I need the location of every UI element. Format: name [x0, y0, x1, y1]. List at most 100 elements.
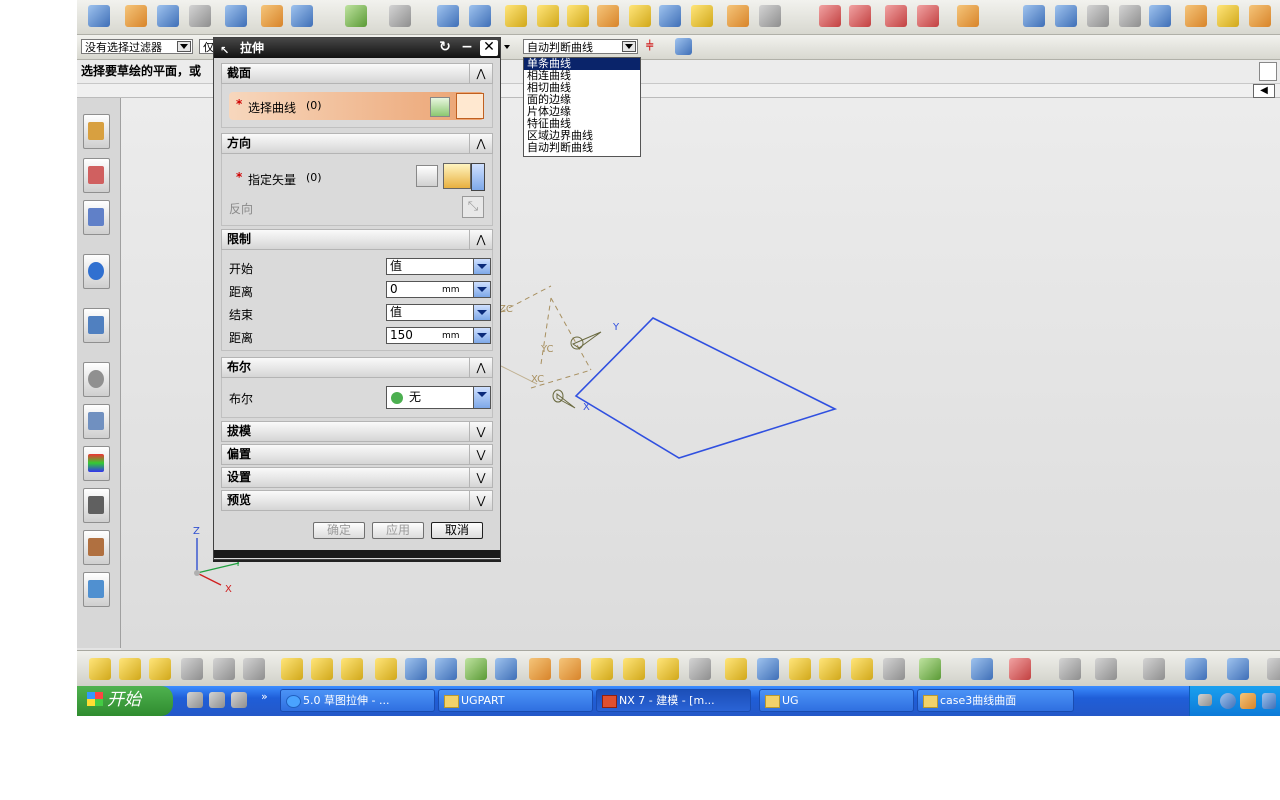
part-navigator-tab[interactable] — [83, 200, 110, 235]
quicklaunch-icon[interactable] — [231, 692, 247, 708]
section-header-offset[interactable]: 偏置 ⋁ — [221, 444, 493, 465]
info-tab[interactable] — [83, 254, 110, 289]
studio-surface-icon[interactable] — [1119, 5, 1141, 27]
flip-icon[interactable] — [465, 658, 487, 680]
section-header-preview[interactable]: 预览 ⋁ — [221, 490, 493, 511]
wcs-icon[interactable] — [1059, 658, 1081, 680]
quicklaunch-icon[interactable] — [187, 692, 203, 708]
chamfer-icon[interactable] — [567, 5, 589, 27]
quicklaunch-icon[interactable] — [209, 692, 225, 708]
key-icon[interactable] — [851, 658, 873, 680]
taskbar-item[interactable]: UGPART — [438, 689, 593, 712]
expression-menu-icon[interactable] — [473, 282, 490, 297]
end-distance-input[interactable]: 150 mm — [386, 327, 491, 344]
array-icon[interactable] — [243, 658, 265, 680]
color-icon[interactable] — [1185, 658, 1207, 680]
visualization-tab[interactable] — [83, 446, 110, 481]
point-icon[interactable] — [341, 658, 363, 680]
taskbar-item[interactable]: UG — [759, 689, 914, 712]
chevron-down-icon[interactable] — [504, 45, 510, 49]
bolt-icon[interactable] — [657, 658, 679, 680]
close-icon[interactable]: ✕ — [480, 40, 498, 56]
thicken-icon[interactable] — [1217, 5, 1239, 27]
qq-icon[interactable] — [1240, 693, 1256, 709]
render-icon[interactable] — [1095, 658, 1117, 680]
reverse-direction-icon[interactable]: ⤡ — [462, 196, 484, 218]
reset-icon[interactable]: ↻ — [436, 40, 454, 56]
start-button[interactable]: 开始 — [77, 686, 173, 716]
process-studio-tab[interactable] — [83, 488, 110, 523]
curve-rule-option[interactable]: 自动判断曲线 — [524, 142, 640, 154]
section-header-limits[interactable]: 限制 ⋀ — [221, 229, 493, 250]
wrap-icon[interactable] — [591, 658, 613, 680]
offset-curve-icon[interactable] — [917, 5, 939, 27]
clearance-icon[interactable] — [529, 658, 551, 680]
mesh-surface-icon[interactable] — [1055, 5, 1077, 27]
swept-surface-icon[interactable] — [1087, 5, 1109, 27]
section-header-settings[interactable]: 设置 ⋁ — [221, 467, 493, 488]
section-header-boolean[interactable]: 布尔 ⋀ — [221, 357, 493, 378]
unite-icon[interactable] — [659, 5, 681, 27]
web-browser-tab[interactable] — [83, 308, 110, 343]
open-box-icon[interactable] — [725, 658, 747, 680]
tree-icon[interactable] — [883, 658, 905, 680]
start-option-select[interactable]: 值 — [386, 258, 491, 275]
component-icon[interactable] — [119, 658, 141, 680]
dialog-titlebar[interactable]: ↖ 拉伸 ↻ − ✕ — [214, 38, 500, 58]
ok-button[interactable]: 确定 — [313, 522, 365, 539]
trim-body-icon[interactable] — [691, 5, 713, 27]
cancel-button[interactable]: 取消 — [431, 522, 483, 539]
display-icon[interactable] — [757, 658, 779, 680]
line-icon[interactable] — [819, 5, 841, 27]
select-curve-row[interactable]: * 选择曲线 (0) — [229, 92, 484, 120]
block-icon[interactable] — [505, 5, 527, 27]
move-icon[interactable] — [405, 658, 427, 680]
part-navigator-icon[interactable] — [88, 5, 110, 27]
sequence-icon[interactable] — [495, 658, 517, 680]
layer-icon[interactable] — [1143, 658, 1165, 680]
pin-icon[interactable]: ↖ — [220, 41, 232, 57]
start-distance-input[interactable]: 0 mm — [386, 281, 491, 298]
chevron-left-icon[interactable]: ◀ — [1253, 84, 1275, 98]
taskbar-item[interactable]: NX 7 - 建模 - [m... — [596, 689, 751, 712]
mate-component-icon[interactable] — [181, 658, 203, 680]
add-feature-icon[interactable] — [919, 658, 941, 680]
add-component-icon[interactable] — [149, 658, 171, 680]
hole-icon[interactable] — [629, 5, 651, 27]
patch-icon[interactable] — [1249, 5, 1271, 27]
taskbar-item[interactable]: 5.0 草图拉伸 - ... — [280, 689, 435, 712]
arc-icon[interactable] — [849, 5, 871, 27]
taskbar-item[interactable]: case3曲线曲面 — [917, 689, 1074, 712]
arrow-left-icon[interactable] — [1220, 693, 1236, 709]
rectangle-icon[interactable] — [389, 5, 411, 27]
extrude-icon[interactable] — [437, 5, 459, 27]
box-icon[interactable] — [727, 5, 749, 27]
type-filter-select[interactable]: 没有选择过滤器 — [81, 39, 193, 54]
bridge-surface-icon[interactable] — [1149, 5, 1171, 27]
section-header-direction[interactable]: 方向 ⋀ — [221, 133, 493, 154]
deformable-icon[interactable] — [623, 658, 645, 680]
end-option-select[interactable]: 值 — [386, 304, 491, 321]
revolve-icon[interactable] — [469, 5, 491, 27]
curve-icon[interactable] — [456, 93, 484, 119]
history-tab[interactable] — [83, 362, 110, 397]
system-scenes-tab[interactable] — [83, 572, 110, 607]
mirror-icon[interactable] — [435, 658, 457, 680]
assembly-navigator-tab[interactable] — [83, 114, 110, 149]
assembly-icon[interactable] — [261, 5, 283, 27]
explode-icon[interactable] — [375, 658, 397, 680]
chevron-right-icon[interactable]: » — [261, 690, 268, 703]
scroll-left-icon[interactable] — [1259, 62, 1277, 81]
properties-icon[interactable] — [1227, 658, 1249, 680]
apply-button[interactable]: 应用 — [372, 522, 424, 539]
shield-icon[interactable] — [157, 5, 179, 27]
curve-rule-select[interactable]: 自动判断曲线 — [523, 39, 638, 54]
select-icon[interactable] — [89, 658, 111, 680]
section-header-section[interactable]: 截面 ⋀ — [221, 63, 493, 84]
product-outline-icon[interactable] — [689, 658, 711, 680]
new-parent-icon[interactable] — [281, 658, 303, 680]
shell-icon[interactable] — [597, 5, 619, 27]
label-icon[interactable] — [819, 658, 841, 680]
view-style-icon[interactable] — [971, 658, 993, 680]
more-tools-icon[interactable] — [1267, 658, 1280, 680]
